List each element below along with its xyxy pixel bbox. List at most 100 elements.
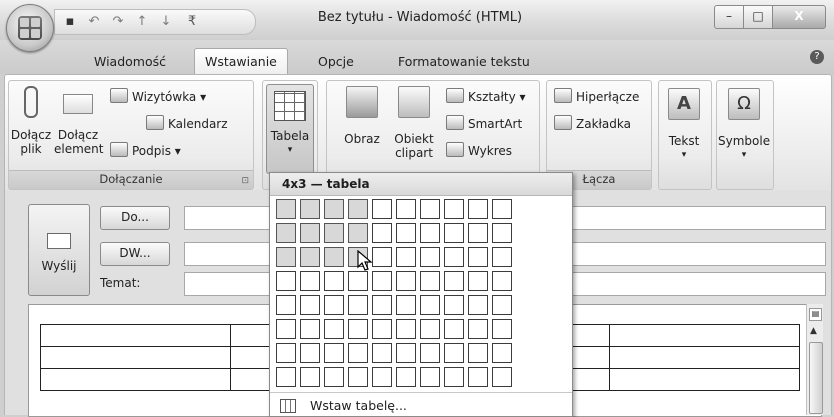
ruler-toggle-icon[interactable]: ▤ (809, 308, 822, 321)
table-grid-cell[interactable] (324, 247, 344, 267)
table-grid-cell[interactable] (420, 295, 440, 315)
table-grid-cell[interactable] (300, 319, 320, 339)
table-grid-cell[interactable] (396, 295, 416, 315)
cc-button[interactable]: DW... (100, 242, 170, 266)
table-grid-cell[interactable] (468, 367, 488, 387)
table-grid-cell[interactable] (492, 367, 512, 387)
tab-wiadomosc[interactable]: Wiadomość (94, 54, 166, 69)
table-grid-cell[interactable] (468, 271, 488, 291)
table-grid-cell[interactable] (324, 271, 344, 291)
close-button[interactable]: X (772, 5, 826, 29)
table-cell[interactable] (40, 346, 231, 369)
table-grid-cell[interactable] (276, 367, 296, 387)
picture-button[interactable]: Obraz (338, 86, 386, 146)
table-grid-cell[interactable] (396, 343, 416, 363)
table-grid-cell[interactable] (348, 295, 368, 315)
undo-icon[interactable]: ↶ (85, 13, 103, 31)
table-grid-cell[interactable] (372, 223, 392, 243)
redo-icon[interactable]: ↷ (109, 13, 127, 31)
table-grid-cell[interactable] (492, 271, 512, 291)
table-button[interactable]: Tabela ▾ (266, 84, 314, 174)
dialog-launcher-icon[interactable]: ⊡ (241, 176, 249, 186)
table-grid-cell[interactable] (444, 223, 464, 243)
maximize-button[interactable]: □ (743, 5, 773, 29)
table-grid-cell[interactable] (420, 367, 440, 387)
minimize-button[interactable]: – (714, 5, 744, 29)
table-grid-cell[interactable] (372, 295, 392, 315)
table-grid-cell[interactable] (324, 223, 344, 243)
table-grid-cell[interactable] (348, 343, 368, 363)
table-grid-cell[interactable] (468, 343, 488, 363)
table-grid-cell[interactable] (300, 223, 320, 243)
table-grid-cell[interactable] (276, 271, 296, 291)
table-grid-cell[interactable] (396, 223, 416, 243)
table-grid-cell[interactable] (372, 343, 392, 363)
table-grid-cell[interactable] (492, 247, 512, 267)
table-grid-cell[interactable] (396, 271, 416, 291)
table-cell[interactable] (40, 368, 231, 391)
office-button[interactable] (6, 4, 54, 52)
help-button[interactable]: ? (810, 50, 824, 64)
table-grid-cell[interactable] (420, 199, 440, 219)
table-grid-cell[interactable] (348, 223, 368, 243)
table-grid-cell[interactable] (396, 319, 416, 339)
table-grid-cell[interactable] (324, 343, 344, 363)
insert-table-menu-item[interactable]: Wstaw tabelę... (270, 395, 572, 416)
shapes-button[interactable]: Kształty ▾ (446, 88, 526, 105)
hyperlink-button[interactable]: Hiperłącze (554, 88, 639, 105)
table-grid-cell[interactable] (444, 367, 464, 387)
attach-file-button[interactable]: Dołącz plik (10, 86, 52, 156)
table-grid-cell[interactable] (348, 271, 368, 291)
calendar-button[interactable]: Kalendarz (146, 115, 228, 132)
bookmark-button[interactable]: Zakładka (554, 115, 631, 132)
table-grid-cell[interactable] (468, 247, 488, 267)
qat-more-button[interactable]: ₹ (183, 13, 201, 31)
signature-button[interactable]: Podpis ▾ (110, 142, 181, 159)
table-grid-cell[interactable] (276, 199, 296, 219)
table-grid-cell[interactable] (396, 367, 416, 387)
smartart-button[interactable]: SmartArt (446, 115, 522, 132)
table-grid-cell[interactable] (372, 199, 392, 219)
table-grid-cell[interactable] (300, 295, 320, 315)
table-grid-cell[interactable] (372, 319, 392, 339)
table-grid-cell[interactable] (324, 319, 344, 339)
table-grid-cell[interactable] (276, 319, 296, 339)
table-cell[interactable] (609, 324, 800, 347)
table-grid-cell[interactable] (348, 367, 368, 387)
scroll-up-icon[interactable]: ▲ (810, 326, 817, 336)
table-grid-cell[interactable] (276, 223, 296, 243)
table-grid-cell[interactable] (300, 367, 320, 387)
table-grid-cell[interactable] (492, 223, 512, 243)
tab-formatowanie-tekstu[interactable]: Formatowanie tekstu (398, 54, 530, 69)
table-grid-cell[interactable] (444, 199, 464, 219)
vertical-scrollbar[interactable]: ▤ ▲ (806, 304, 823, 415)
table-grid-cell[interactable] (444, 247, 464, 267)
table-grid-cell[interactable] (396, 199, 416, 219)
table-grid-cell[interactable] (276, 343, 296, 363)
text-button[interactable]: A Tekst ▾ (660, 88, 708, 162)
table-grid-cell[interactable] (468, 295, 488, 315)
send-button[interactable]: Wyślij (28, 204, 90, 296)
table-grid-cell[interactable] (372, 271, 392, 291)
table-grid-cell[interactable] (444, 271, 464, 291)
table-grid-cell[interactable] (420, 223, 440, 243)
table-grid-cell[interactable] (420, 343, 440, 363)
save-icon[interactable]: ▪ (61, 13, 79, 31)
business-card-button[interactable]: Wizytówka ▾ (110, 88, 206, 105)
table-cell[interactable] (40, 324, 231, 347)
table-grid-cell[interactable] (348, 199, 368, 219)
table-grid-cell[interactable] (468, 199, 488, 219)
table-grid-cell[interactable] (420, 319, 440, 339)
table-grid-cell[interactable] (300, 247, 320, 267)
table-grid-cell[interactable] (300, 271, 320, 291)
table-cell[interactable] (609, 346, 800, 369)
table-grid-cell[interactable] (396, 247, 416, 267)
table-grid-cell[interactable] (492, 343, 512, 363)
clipart-button[interactable]: Obiekt clipart (390, 86, 438, 160)
table-grid-cell[interactable] (300, 343, 320, 363)
table-grid-cell[interactable] (444, 343, 464, 363)
chart-button[interactable]: Wykres (446, 142, 512, 159)
table-grid-cell[interactable] (324, 367, 344, 387)
table-grid-cell[interactable] (420, 271, 440, 291)
table-grid-cell[interactable] (468, 319, 488, 339)
